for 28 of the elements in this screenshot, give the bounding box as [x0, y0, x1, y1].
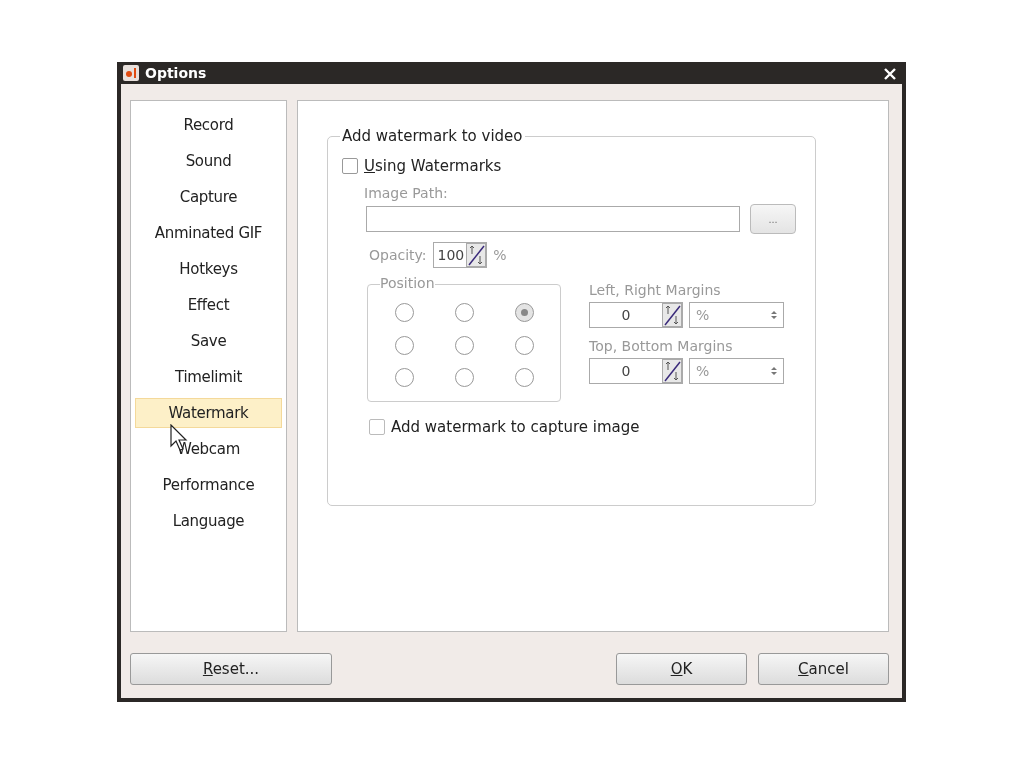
- sidebar-item[interactable]: Sound: [135, 143, 282, 179]
- sidebar-item[interactable]: Hotkeys: [135, 251, 282, 287]
- cancel-button[interactable]: Cancel: [758, 653, 889, 685]
- position-title: Position: [380, 275, 435, 291]
- checkbox-label: Add watermark to capture image: [391, 418, 640, 436]
- window-title: Options: [145, 65, 208, 81]
- reset-button[interactable]: Reset...: [130, 653, 332, 685]
- ok-button[interactable]: OK: [616, 653, 747, 685]
- updown-icon: [769, 365, 779, 377]
- opacity-label: Opacity:: [369, 247, 427, 263]
- sidebar-item[interactable]: Record: [135, 107, 282, 143]
- margins-label: Left, Right Margins: [589, 282, 722, 298]
- sidebar-item[interactable]: Effect: [135, 287, 282, 323]
- app-icon: [123, 65, 139, 81]
- sidebar-item[interactable]: Save: [135, 323, 282, 359]
- sidebar-item[interactable]: Watermark: [135, 398, 282, 428]
- updown-icon: [769, 309, 779, 321]
- image-path-label: Image Path:: [364, 185, 449, 201]
- sidebar-item[interactable]: Capture: [135, 179, 282, 215]
- close-icon: [884, 67, 896, 80]
- sidebar-item[interactable]: Language: [135, 503, 282, 539]
- percent-label: %: [493, 247, 507, 263]
- checkbox-label: Using Watermarks: [364, 157, 502, 175]
- sidebar-item[interactable]: Webcam: [135, 431, 282, 467]
- margins-label: Top, Bottom Margins: [589, 338, 734, 354]
- sidebar-item[interactable]: Timelimit: [135, 359, 282, 395]
- sidebar-item[interactable]: Performance: [135, 467, 282, 503]
- sidebar-item[interactable]: Anminated GIF: [135, 215, 282, 251]
